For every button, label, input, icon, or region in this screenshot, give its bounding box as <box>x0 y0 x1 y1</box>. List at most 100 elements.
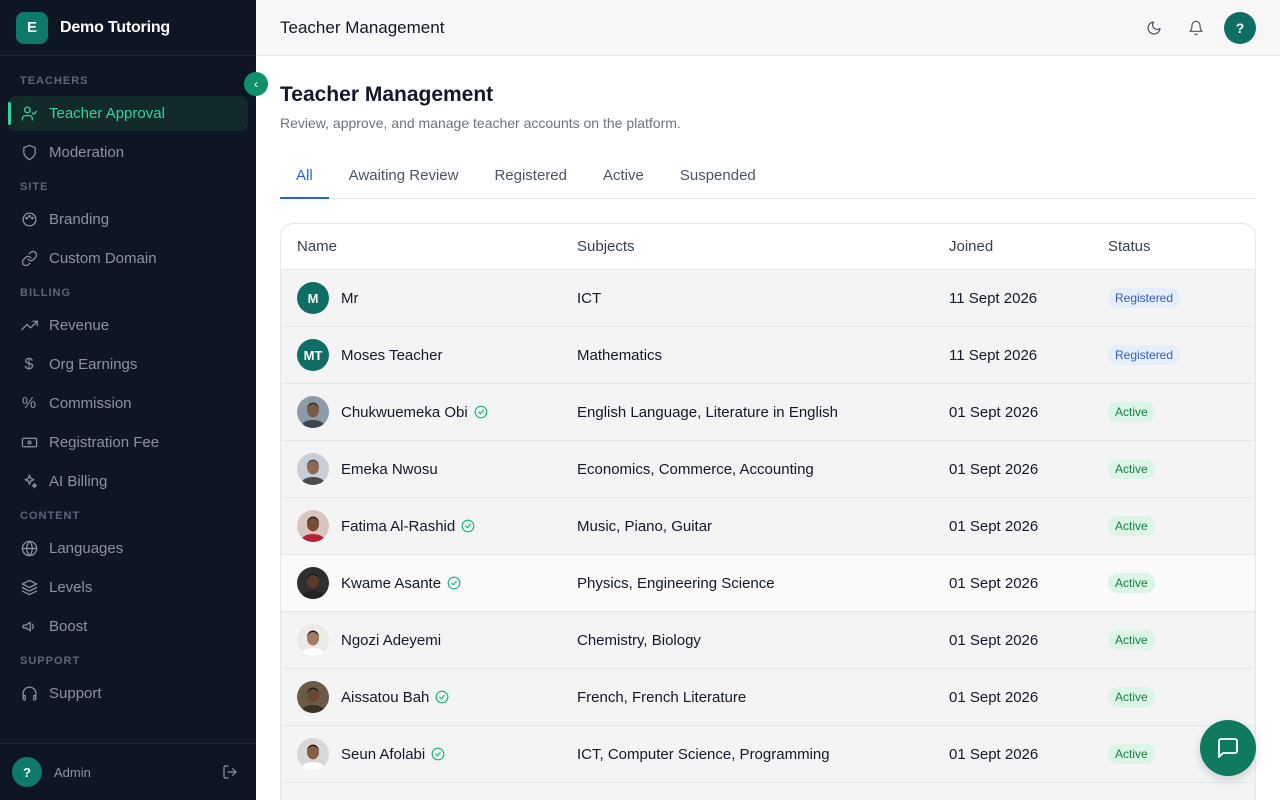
layers-icon <box>20 579 38 597</box>
avatar <box>297 624 329 656</box>
cell-name: Seun Afolabi <box>281 738 577 770</box>
table-row[interactable]: Fatima Al-Rashid Music, Piano, Guitar 01 S… <box>281 498 1255 555</box>
sidebar-item-label: Revenue <box>49 317 110 334</box>
table-row[interactable]: MT Moses Teacher Mathematics 11 Sept 2026 Re… <box>281 327 1255 384</box>
column-header-status[interactable]: Status <box>1108 238 1255 255</box>
table-row[interactable]: Aissatou Bah French, French Literature 01 … <box>281 669 1255 726</box>
sidebar-item-label: Org Earnings <box>49 356 138 373</box>
sidebar-item-ai-billing[interactable]: AI Billing <box>8 464 248 499</box>
teacher-name: Moses Teacher <box>341 346 443 364</box>
table-row[interactable]: Seun Afolabi ICT, Computer Science, Progr… <box>281 726 1255 783</box>
sidebar-item-commission[interactable]: % Commission <box>8 386 248 421</box>
sidebar-item-branding[interactable]: Branding <box>8 202 248 237</box>
collapse-sidebar-button[interactable]: ‹ <box>244 72 268 96</box>
sidebar-item-label: Languages <box>49 540 124 557</box>
sparkles-icon <box>20 473 38 491</box>
cell-status: Active <box>1108 516 1255 536</box>
chat-button[interactable] <box>1200 720 1256 776</box>
cell-joined: 11 Sept 2026 <box>949 346 1038 364</box>
sidebar-item-teacher-approval[interactable]: Teacher Approval <box>8 96 248 131</box>
tab-suspended[interactable]: Suspended <box>664 159 772 199</box>
column-header-name[interactable]: Name <box>281 238 577 255</box>
page-subtitle: Review, approve, and manage teacher acco… <box>280 115 681 131</box>
sidebar-item-label: Branding <box>49 211 110 228</box>
verified-check-icon <box>461 519 475 533</box>
sidebar-item-label: Levels <box>49 579 93 596</box>
cell-name: M Mr <box>281 282 577 314</box>
cell-joined: 01 Sept 2026 <box>949 688 1039 706</box>
page-title: Teacher Management <box>280 83 494 106</box>
cell-status: Active <box>1108 630 1255 650</box>
table-row[interactable] <box>281 783 1255 800</box>
teacher-name: Emeka Nwosu <box>341 460 438 478</box>
avatar: M <box>297 282 329 314</box>
ticket-icon <box>20 434 38 452</box>
status-badge: Registered <box>1108 288 1181 308</box>
chevron-left-icon: ‹ <box>254 77 258 91</box>
avatar <box>297 510 329 542</box>
cell-name: Chukwuemeka Obi <box>281 396 577 428</box>
teacher-name: Seun Afolabi <box>341 745 426 763</box>
sidebar-item-levels[interactable]: Levels <box>8 570 248 605</box>
cell-name: Ngozi Adeyemi <box>281 624 577 656</box>
notifications-button[interactable] <box>1180 12 1212 44</box>
cell-name: MT Moses Teacher <box>281 339 577 371</box>
tab-all[interactable]: All <box>280 159 329 199</box>
cell-name: Aissatou Bah <box>281 681 577 713</box>
megaphone-icon <box>20 618 38 636</box>
brand: E Demo Tutoring <box>0 0 256 56</box>
sidebar-item-registration-fee[interactable]: Registration Fee <box>8 425 248 460</box>
table-row[interactable]: M Mr ICT 11 Sept 2026 Registered <box>281 270 1255 327</box>
cell-status: Active <box>1108 459 1255 479</box>
cell-subjects: Mathematics <box>577 346 663 364</box>
cell-subjects: Chemistry, Biology <box>577 631 701 649</box>
teacher-name: Fatima Al-Rashid <box>341 517 456 535</box>
sidebar-nav: TEACHERS Teacher Approval Moderation SITE Br… <box>0 56 256 711</box>
moon-icon <box>1147 21 1161 35</box>
verified-check-icon <box>474 405 488 419</box>
main-content: Teacher Management Review, approve, and … <box>280 56 1256 800</box>
cell-subjects: Music, Piano, Guitar <box>577 517 713 535</box>
trending-up-icon <box>20 317 38 335</box>
teacher-name: Kwame Asante <box>341 574 442 592</box>
column-header-subjects[interactable]: Subjects <box>577 238 949 255</box>
sidebar-section-label: SUPPORT <box>20 655 81 667</box>
table-body: M Mr ICT 11 Sept 2026 Registered MT Moses Teac… <box>281 270 1255 800</box>
tab-active[interactable]: Active <box>587 159 660 199</box>
logout-icon[interactable] <box>222 764 238 780</box>
status-badge: Active <box>1108 459 1155 479</box>
sidebar-section-label: CONTENT <box>20 510 81 522</box>
cell-joined: 01 Sept 2026 <box>949 745 1039 763</box>
sidebar-item-languages[interactable]: Languages <box>8 531 248 566</box>
cell-subjects: Economics, Commerce, Accounting <box>577 460 814 478</box>
table-row[interactable]: Emeka Nwosu Economics, Commerce, Accounti… <box>281 441 1255 498</box>
sidebar-item-custom-domain[interactable]: Custom Domain <box>8 241 248 276</box>
cell-joined: 01 Sept 2026 <box>949 403 1039 421</box>
column-header-joined[interactable]: Joined <box>949 238 1108 255</box>
avatar <box>297 681 329 713</box>
sidebar-item-label: Moderation <box>49 144 125 161</box>
user-avatar[interactable]: ? <box>12 757 42 787</box>
topbar: Teacher Management ? <box>256 0 1280 56</box>
sidebar-item-revenue[interactable]: Revenue <box>8 308 248 343</box>
cell-joined: 01 Sept 2026 <box>949 517 1039 535</box>
sidebar-item-label: AI Billing <box>49 473 108 490</box>
table-row[interactable]: Kwame Asante Physics, Engineering Science… <box>281 555 1255 612</box>
table-row[interactable]: Chukwuemeka Obi English Language, Literat… <box>281 384 1255 441</box>
status-tabs: All Awaiting Review Registered Active Suspen… <box>280 159 1256 199</box>
sidebar-item-boost[interactable]: Boost <box>8 609 248 644</box>
sidebar-item-label: Registration Fee <box>49 434 160 451</box>
sidebar-item-moderation[interactable]: Moderation <box>8 135 248 170</box>
sidebar-item-support[interactable]: Support <box>8 676 248 711</box>
cell-status: Registered <box>1108 345 1255 365</box>
sidebar-item-org-earnings[interactable]: $ Org Earnings <box>8 347 248 382</box>
help-avatar-button[interactable]: ? <box>1224 12 1256 44</box>
verified-check-icon <box>435 690 449 704</box>
teacher-name: Aissatou Bah <box>341 688 430 706</box>
dark-mode-toggle[interactable] <box>1138 12 1170 44</box>
cell-status: Registered <box>1108 288 1255 308</box>
tab-awaiting-review[interactable]: Awaiting Review <box>333 159 475 199</box>
table-row[interactable]: Ngozi Adeyemi Chemistry, Biology 01 Sept 2… <box>281 612 1255 669</box>
tab-registered[interactable]: Registered <box>478 159 583 199</box>
status-badge: Active <box>1108 630 1155 650</box>
